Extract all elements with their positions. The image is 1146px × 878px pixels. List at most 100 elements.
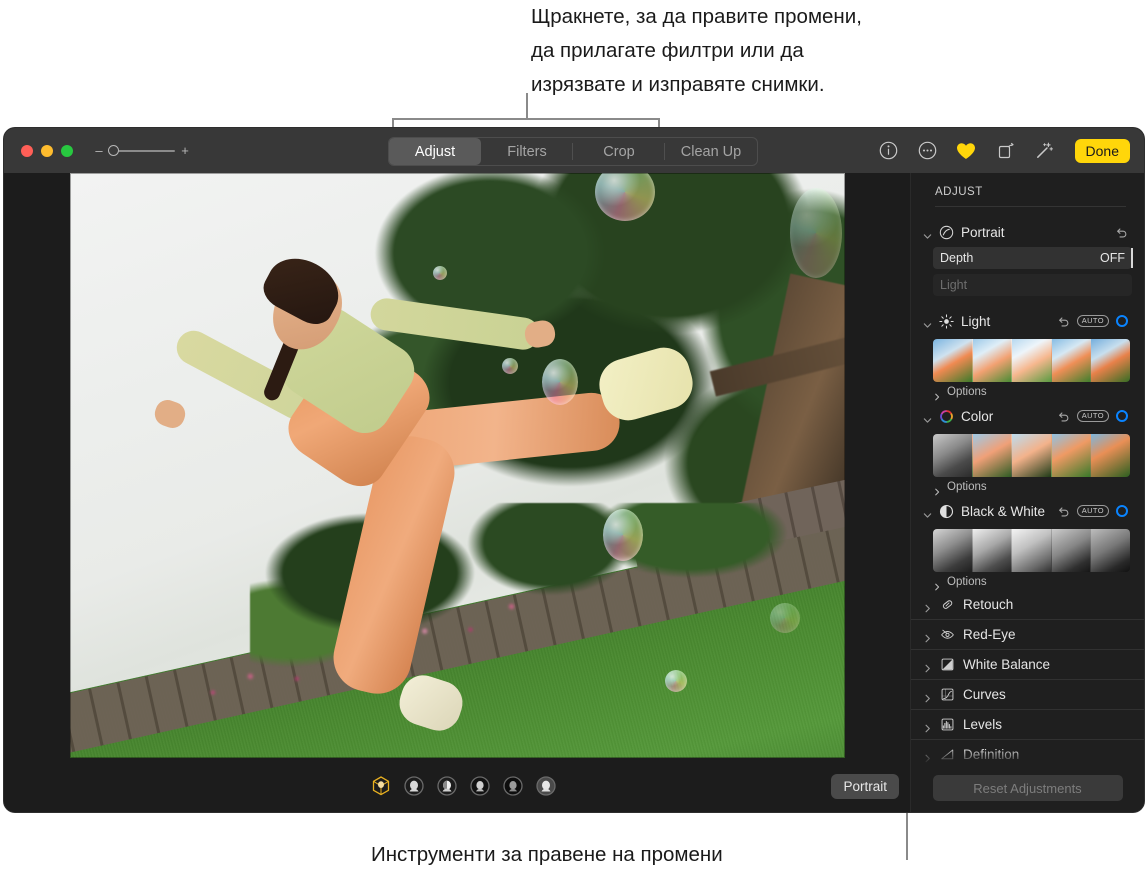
chevron-right-icon[interactable] [933, 483, 941, 491]
chevron-down-icon[interactable] [923, 507, 932, 516]
bottom-toolbar: Portrait [4, 760, 911, 812]
light-presets-strip[interactable] [933, 339, 1130, 382]
light-preset-thumb[interactable] [1051, 339, 1091, 382]
light-options-row[interactable]: Options [911, 382, 1144, 400]
portrait-depth-field[interactable]: Depth OFF [933, 247, 1132, 269]
light-preset-thumb[interactable] [972, 339, 1012, 382]
color-preset-thumb[interactable] [972, 434, 1012, 477]
lighting-stage-light-mono[interactable] [502, 775, 524, 797]
section-curves[interactable]: Curves [911, 680, 1144, 710]
lighting-stage-light[interactable] [469, 775, 491, 797]
color-preset-thumb[interactable] [933, 434, 972, 477]
auto-enhance-wand-icon[interactable] [1034, 140, 1055, 161]
color-preset-thumb[interactable] [1090, 434, 1130, 477]
color-presets-strip[interactable] [933, 434, 1130, 477]
portrait-light-label: Light [940, 278, 967, 292]
light-preset-thumb[interactable] [1090, 339, 1130, 382]
section-black-and-white-header[interactable]: Black & White AUTO [911, 498, 1144, 524]
color-preset-thumb[interactable] [1011, 434, 1051, 477]
zoom-slider[interactable]: – + [95, 144, 189, 157]
tab-clean-up[interactable]: Clean Up [665, 138, 757, 165]
zoom-out-icon[interactable]: – [95, 144, 103, 157]
section-color-header[interactable]: Color AUTO [911, 403, 1144, 429]
top-bracket-stem [526, 93, 528, 120]
adjust-panel-scroll-area[interactable]: Portrait Depth OFF Light [911, 216, 1144, 764]
revert-icon[interactable] [1057, 505, 1070, 518]
more-options-icon[interactable] [917, 140, 938, 161]
window-titlebar: – + Adjust Filters Crop Clean Up [4, 128, 1144, 174]
depth-field-caret [1131, 248, 1133, 268]
chevron-right-icon[interactable] [923, 630, 932, 639]
bw-preset-thumb[interactable] [1051, 529, 1091, 572]
section-white-balance[interactable]: White Balance [911, 650, 1144, 680]
rotate-icon[interactable] [995, 140, 1016, 161]
toolbar-actions: Done [878, 137, 1130, 164]
chevron-right-icon[interactable] [923, 660, 932, 669]
favorite-heart-icon[interactable] [956, 140, 977, 161]
editor-mode-tabs: Adjust Filters Crop Clean Up [388, 137, 758, 166]
auto-button[interactable]: AUTO [1077, 315, 1109, 327]
chevron-right-icon[interactable] [923, 690, 932, 699]
zoom-slider-thumb[interactable] [108, 145, 119, 156]
black-and-white-toggle-knob[interactable] [1116, 505, 1128, 517]
light-toggle-knob[interactable] [1116, 315, 1128, 327]
color-toggle-knob[interactable] [1116, 410, 1128, 422]
section-white-balance-label: White Balance [963, 657, 1128, 672]
chevron-down-icon[interactable] [923, 412, 932, 421]
info-icon[interactable] [878, 140, 899, 161]
lighting-studio-light[interactable] [403, 775, 425, 797]
chevron-right-icon[interactable] [923, 600, 932, 609]
revert-icon[interactable] [1057, 410, 1070, 423]
bw-preset-thumb[interactable] [933, 529, 972, 572]
chevron-down-icon[interactable] [923, 317, 932, 326]
white-balance-icon [940, 657, 955, 672]
lighting-contour-light[interactable] [436, 775, 458, 797]
bw-preset-thumb[interactable] [972, 529, 1012, 572]
curves-icon [940, 687, 955, 702]
section-retouch[interactable]: Retouch [911, 590, 1144, 620]
section-red-eye[interactable]: Red-Eye [911, 620, 1144, 650]
minimize-button-icon[interactable] [41, 145, 53, 157]
zoom-slider-track[interactable] [109, 150, 175, 152]
portrait-mode-badge[interactable]: Portrait [831, 774, 899, 799]
auto-button[interactable]: AUTO [1077, 410, 1109, 422]
chevron-right-icon[interactable] [923, 720, 932, 729]
zoom-in-icon[interactable]: + [181, 144, 189, 157]
traffic-light-group [21, 145, 73, 157]
tab-crop-label: Crop [603, 144, 634, 160]
section-light-header[interactable]: Light AUTO [911, 308, 1144, 334]
section-light-label: Light [961, 314, 1050, 329]
bw-preset-thumb[interactable] [1090, 529, 1130, 572]
reset-adjustments-button[interactable]: Reset Adjustments [933, 775, 1123, 801]
fullscreen-button-icon[interactable] [61, 145, 73, 157]
black-and-white-options-row[interactable]: Options [911, 572, 1144, 590]
bw-preset-thumb[interactable] [1011, 529, 1051, 572]
close-button-icon[interactable] [21, 145, 33, 157]
black-and-white-options-label: Options [947, 576, 987, 588]
revert-icon[interactable] [1057, 315, 1070, 328]
chevron-right-icon[interactable] [933, 578, 941, 586]
color-preset-thumb[interactable] [1051, 434, 1091, 477]
tab-crop[interactable]: Crop [573, 138, 665, 165]
tab-filters[interactable]: Filters [481, 138, 573, 165]
tab-adjust[interactable]: Adjust [389, 138, 481, 165]
edited-photo[interactable] [70, 173, 845, 758]
section-levels[interactable]: Levels [911, 710, 1144, 740]
lighting-natural-light[interactable] [370, 775, 392, 797]
portrait-light-field[interactable]: Light [933, 274, 1132, 296]
revert-icon[interactable] [1115, 226, 1128, 239]
chevron-down-icon[interactable] [923, 228, 932, 237]
light-preset-thumb[interactable] [1011, 339, 1051, 382]
photo-edge [70, 173, 845, 758]
chevron-right-icon[interactable] [933, 388, 941, 396]
section-definition[interactable]: Definition [911, 740, 1144, 764]
light-preset-thumb[interactable] [933, 339, 972, 382]
black-and-white-presets-strip[interactable] [933, 529, 1130, 572]
done-button[interactable]: Done [1075, 139, 1130, 163]
color-options-row[interactable]: Options [911, 477, 1144, 495]
section-portrait-header[interactable]: Portrait [911, 219, 1144, 245]
lighting-high-key-light-mono[interactable] [535, 775, 557, 797]
auto-button[interactable]: AUTO [1077, 505, 1109, 517]
section-color-label: Color [961, 409, 1050, 424]
chevron-right-icon[interactable] [923, 750, 932, 759]
